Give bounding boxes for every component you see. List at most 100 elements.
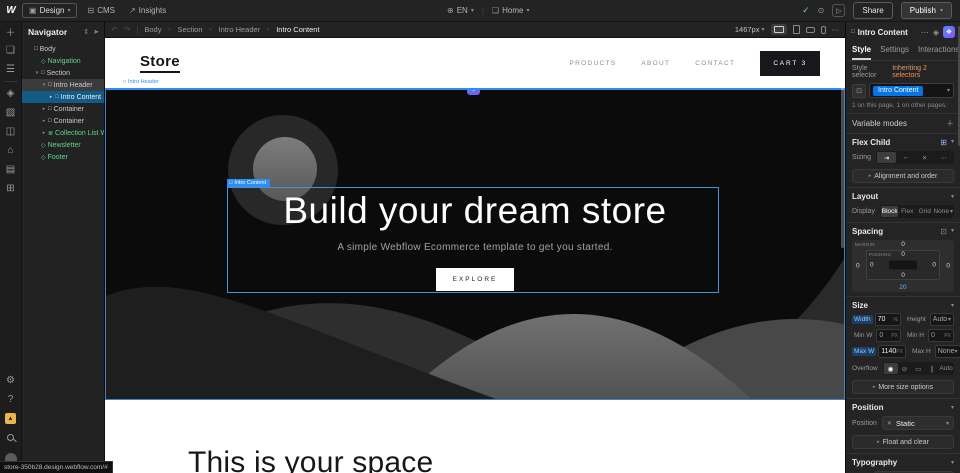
overflow-clip-button[interactable]: ∥ xyxy=(925,363,939,374)
share-button[interactable]: Share xyxy=(853,2,892,19)
sizing-shrink-button[interactable]: ⇥ xyxy=(877,152,896,163)
ecommerce-button[interactable]: ⌂ xyxy=(0,141,22,160)
breadcrumb-body[interactable]: Body xyxy=(144,25,161,34)
zoom-search-button[interactable] xyxy=(0,428,22,447)
breadcrumb-section[interactable]: Section xyxy=(177,25,202,34)
chevron-collapsed-icon[interactable]: ▸ xyxy=(48,94,54,100)
intro-content-selection-label[interactable]: □ Intro Content xyxy=(227,179,270,187)
min-height-unit[interactable]: PX xyxy=(944,333,951,339)
collapse-all-icon[interactable]: ⇕ xyxy=(83,28,89,36)
padding-right-value[interactable]: 0 xyxy=(932,262,936,269)
apps-button[interactable]: ⊞ xyxy=(0,179,22,198)
components-button[interactable]: ◈ xyxy=(0,84,22,103)
tree-item-navigation[interactable]: ◇ Navigation xyxy=(22,55,104,67)
redo-icon[interactable]: ↷ xyxy=(124,25,131,34)
class-selector-input[interactable]: Intro Content ▾ xyxy=(869,83,954,98)
chevron-down-icon[interactable]: ▾ xyxy=(951,459,954,466)
chevron-down-icon[interactable]: ▾ xyxy=(951,193,954,200)
margin-right-value[interactable]: 0 xyxy=(946,263,950,270)
display-flex-button[interactable]: Flex xyxy=(898,206,916,217)
class-pill[interactable]: Intro Content xyxy=(873,86,923,96)
nav-link-about[interactable]: ABOUT xyxy=(641,60,670,67)
ai-assistant-button[interactable]: ❖ xyxy=(943,26,955,38)
display-grid-button[interactable]: Grid xyxy=(916,206,934,217)
tree-item-intro-content-selected[interactable]: ▸ □ Intro Content xyxy=(22,91,104,103)
nav-link-contact[interactable]: CONTACT xyxy=(695,60,735,67)
breakpoint-phone-landscape-button[interactable] xyxy=(806,27,815,33)
max-height-property-chip[interactable]: Max H xyxy=(910,347,933,356)
tree-item-container[interactable]: ▸ □ Container xyxy=(22,103,104,115)
overflow-visible-button[interactable]: ◉ xyxy=(884,363,898,374)
flex-parent-indicator-icon[interactable]: ⊞ xyxy=(940,138,947,147)
assets-button[interactable]: ▧ xyxy=(0,103,22,122)
chevron-down-icon[interactable]: ▾ xyxy=(951,227,954,236)
tree-item-body[interactable]: □ Body xyxy=(22,43,104,55)
libraries-button[interactable]: ▤ xyxy=(0,160,22,179)
sizing-grow-button[interactable]: ↔ xyxy=(896,152,915,163)
margin-top-value[interactable]: 0 xyxy=(901,241,905,248)
max-height-input[interactable]: None ▾ xyxy=(935,345,960,358)
tree-item-section[interactable]: ▾ □ Section xyxy=(22,67,104,79)
tab-interactions[interactable]: Interactions xyxy=(918,42,959,60)
inheriting-indicator[interactable]: Inheriting 2 selectors xyxy=(892,65,954,79)
max-width-unit[interactable]: PX xyxy=(896,349,903,355)
canvas-width-dropdown[interactable]: 1467px ▾ xyxy=(735,25,765,34)
nav-link-products[interactable]: PRODUCTS xyxy=(569,60,616,67)
cart-button[interactable]: CART 3 xyxy=(760,51,820,76)
tab-settings[interactable]: Settings xyxy=(880,42,909,60)
width-property-chip[interactable]: Width xyxy=(852,315,873,324)
more-breakpoints-button[interactable]: ⋯ xyxy=(832,25,840,34)
breakpoint-phone-button[interactable] xyxy=(821,26,826,34)
publish-button[interactable]: Publish ▾ xyxy=(901,2,952,19)
height-property-chip[interactable]: Height xyxy=(905,315,928,324)
hero-section[interactable]: Build your dream store A simple Webflow … xyxy=(105,88,845,400)
site-logo[interactable]: Store xyxy=(140,53,180,73)
tree-item-footer[interactable]: ◇ Footer xyxy=(22,151,104,163)
height-input[interactable]: Auto ▾ xyxy=(930,313,954,326)
padding-left-value[interactable]: 0 xyxy=(870,262,874,269)
breakpoint-desktop-button[interactable] xyxy=(771,24,787,35)
float-and-clear-button[interactable]: ▸ Float and clear xyxy=(852,435,954,449)
cascade-indicator-button[interactable]: ⊡ xyxy=(852,84,866,98)
breadcrumb-intro-content[interactable]: Intro Content xyxy=(276,25,319,34)
tree-item-collection-list[interactable]: ▸ ≣ Collection List Wra... xyxy=(22,127,104,139)
chevron-down-icon[interactable]: ▾ xyxy=(951,138,954,147)
insights-button[interactable]: ↗ Insights xyxy=(129,6,166,15)
width-input[interactable]: 70 % xyxy=(875,313,901,326)
sizing-none-button[interactable]: ✕ xyxy=(915,152,934,163)
chevron-expanded-icon[interactable]: ▾ xyxy=(34,70,40,76)
chevron-expanded-icon[interactable]: ▾ xyxy=(41,82,47,88)
tree-item-intro-header[interactable]: ▾ □ Intro Header xyxy=(22,79,104,91)
locale-switcher[interactable]: ⊕ EN ▾ xyxy=(447,6,474,15)
preview-button[interactable]: ▷ xyxy=(832,4,845,17)
overflow-hidden-button[interactable]: ⊘ xyxy=(898,363,912,374)
page-switcher[interactable]: ❑ Home ▾ xyxy=(492,6,530,15)
sizing-more-button[interactable]: ⋯ xyxy=(934,152,953,163)
breadcrumb-intro-header[interactable]: Intro Header xyxy=(219,25,261,34)
overflow-scroll-button[interactable]: ▭ xyxy=(911,363,925,374)
min-width-input[interactable]: 0 PX xyxy=(876,329,901,342)
max-width-property-chip[interactable]: Max W xyxy=(852,347,876,356)
margin-bottom-value[interactable]: 20 xyxy=(899,284,906,291)
padding-bottom-value[interactable]: 0 xyxy=(901,272,905,279)
min-width-property-chip[interactable]: Min W xyxy=(852,331,874,340)
chevron-collapsed-icon[interactable]: ▸ xyxy=(41,118,47,124)
width-unit[interactable]: % xyxy=(894,317,898,323)
breakpoint-tablet-button[interactable] xyxy=(793,25,800,34)
add-variable-mode-button[interactable]: ＋ xyxy=(946,118,954,129)
undo-icon[interactable]: ↶ xyxy=(111,25,118,34)
help-button[interactable]: ? xyxy=(0,390,22,409)
navigator-button[interactable]: ☰ xyxy=(0,60,22,79)
next-section-heading[interactable]: This is your space xyxy=(188,446,433,473)
position-dropdown[interactable]: ✕ Static ▾ xyxy=(882,416,954,430)
overflow-auto-button[interactable]: Auto xyxy=(939,363,953,374)
audit-panel-button[interactable]: ▲ xyxy=(0,409,22,428)
chevron-collapsed-icon[interactable]: ▸ xyxy=(41,106,47,112)
padding-top-value[interactable]: 0 xyxy=(901,251,905,258)
max-width-input[interactable]: 1140 PX xyxy=(878,345,906,358)
display-block-button[interactable]: Block xyxy=(881,206,899,217)
comments-icon[interactable]: ⊙ xyxy=(818,6,825,15)
intro-header-selection-label[interactable]: □ Intro Header xyxy=(123,79,159,85)
chevron-down-icon[interactable]: ▾ xyxy=(951,404,954,411)
chevron-down-icon[interactable]: ▾ xyxy=(951,302,954,309)
